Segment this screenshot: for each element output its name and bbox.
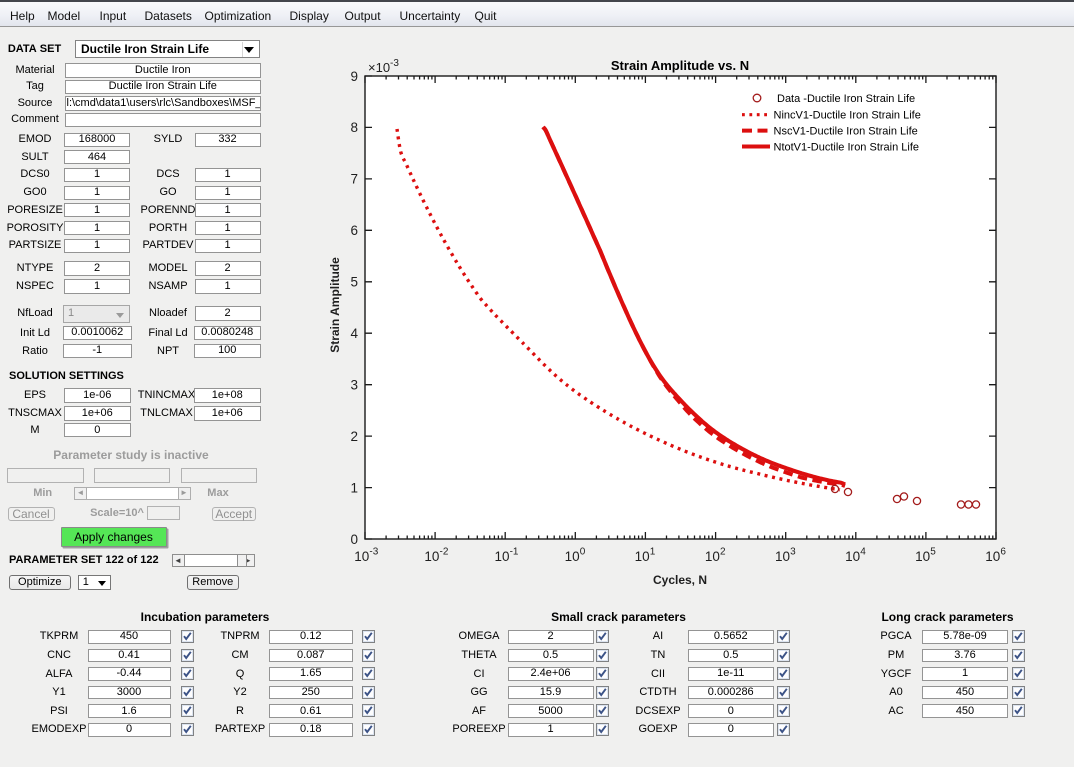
svg-text:Strain Amplitude vs. N: Strain Amplitude vs. N [611, 58, 749, 73]
svg-text:10: 10 [985, 549, 1000, 564]
svg-text:Strain Amplitude: Strain Amplitude [328, 257, 342, 353]
svg-text:0: 0 [350, 532, 358, 547]
svg-text:10: 10 [354, 549, 369, 564]
svg-text:Cycles, N: Cycles, N [653, 573, 707, 587]
svg-text:-3: -3 [390, 58, 399, 69]
svg-text:10: 10 [494, 549, 509, 564]
svg-text:-3: -3 [369, 547, 378, 558]
svg-text:1: 1 [350, 480, 358, 495]
svg-text:3: 3 [790, 547, 796, 558]
svg-text:5: 5 [350, 275, 358, 290]
svg-text:4: 4 [860, 547, 866, 558]
svg-text:×10: ×10 [368, 60, 390, 75]
svg-text:0: 0 [580, 547, 586, 558]
svg-text:NincV1-Ductile Iron Strain Lif: NincV1-Ductile Iron Strain Life [774, 110, 921, 122]
svg-text:2: 2 [720, 547, 726, 558]
svg-text:10: 10 [705, 549, 720, 564]
svg-text:6: 6 [350, 223, 358, 238]
svg-text:10: 10 [775, 549, 790, 564]
svg-text:9: 9 [350, 69, 358, 84]
svg-text:10: 10 [565, 549, 580, 564]
svg-text:3: 3 [350, 378, 358, 393]
svg-text:10: 10 [424, 549, 439, 564]
svg-text:NscV1-Ductile Iron Strain Life: NscV1-Ductile Iron Strain Life [774, 126, 918, 138]
svg-text:5: 5 [930, 547, 936, 558]
svg-text:8: 8 [350, 120, 358, 135]
svg-text:10: 10 [635, 549, 650, 564]
svg-text:-2: -2 [440, 547, 449, 558]
svg-text:7: 7 [350, 172, 358, 187]
svg-text:Data -Ductile Iron Strain Life: Data -Ductile Iron Strain Life [777, 93, 915, 105]
svg-text:1: 1 [650, 547, 656, 558]
svg-text:-1: -1 [510, 547, 519, 558]
svg-text:10: 10 [915, 549, 930, 564]
svg-text:6: 6 [1000, 547, 1006, 558]
svg-text:10: 10 [845, 549, 860, 564]
svg-text:NtotV1-Ductile Iron Strain Lif: NtotV1-Ductile Iron Strain Life [774, 141, 920, 153]
svg-text:4: 4 [350, 326, 358, 341]
svg-text:2: 2 [350, 429, 358, 444]
